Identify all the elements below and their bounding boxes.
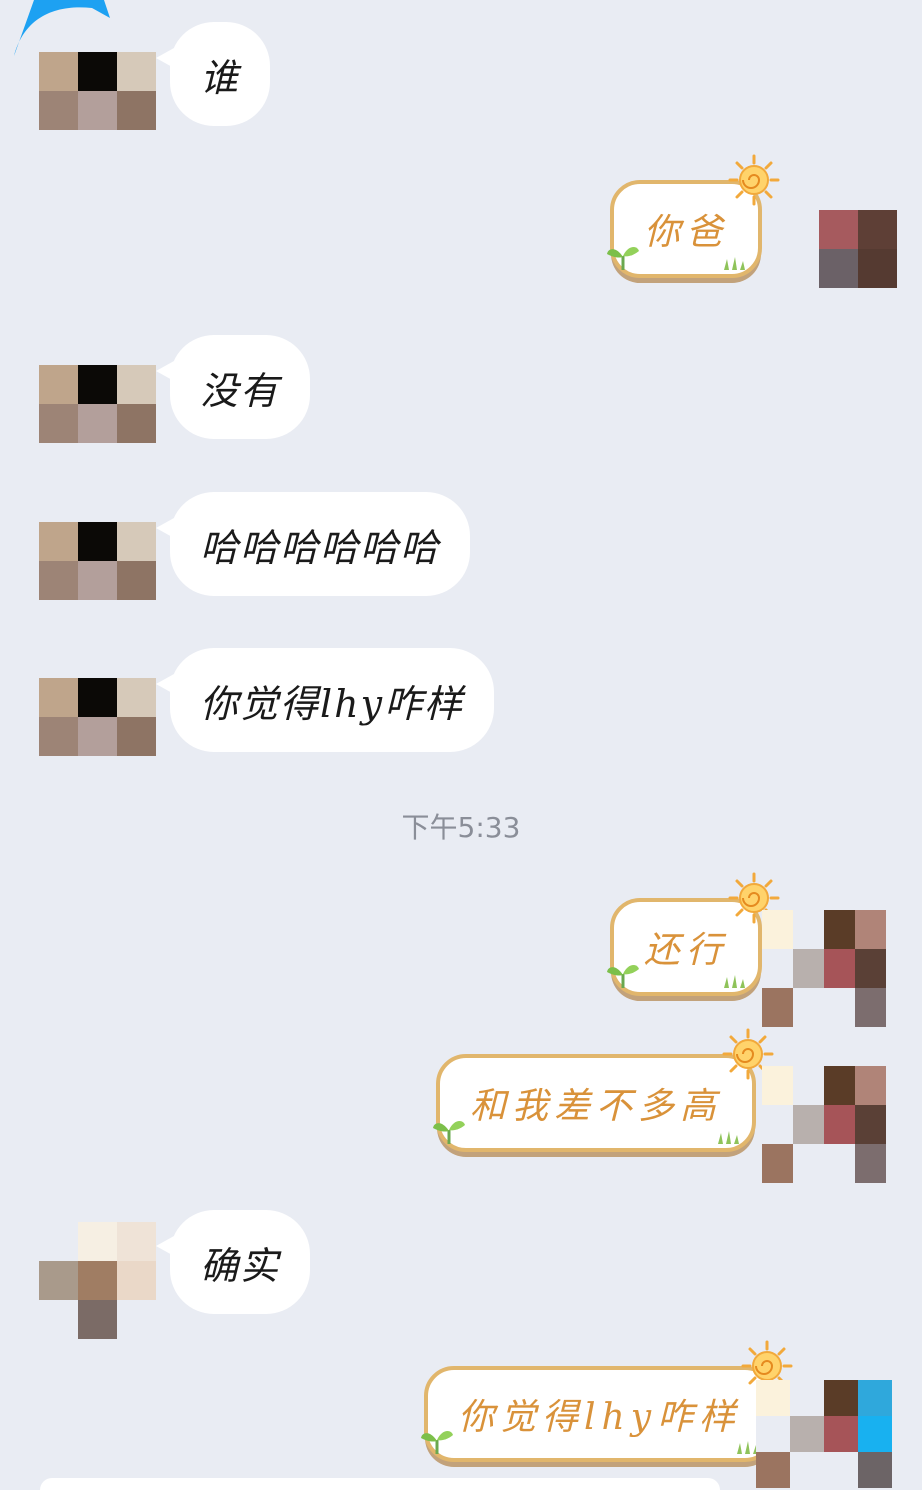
message-bubble[interactable]: 没有 [155, 335, 311, 439]
avatar[interactable] [819, 210, 897, 288]
chat-area[interactable]: 谁 你爸 没有 哈哈哈哈哈哈 你觉得lhy咋样 下午5:33 还行 和我差不多高… [0, 0, 922, 1490]
sprout-icon [606, 242, 640, 270]
message-text: 你觉得lhy咋样 [458, 1397, 742, 1438]
message-bubble[interactable]: 谁 [155, 22, 271, 126]
message-bubble[interactable]: 你觉得lhy咋样 [424, 1366, 775, 1462]
message-text: 还行 [644, 930, 729, 971]
sun-icon [728, 154, 780, 206]
message-timestamp: 下午5:33 [401, 811, 521, 844]
message-text: 没有 [200, 368, 281, 413]
message-text: 确实 [200, 1243, 281, 1288]
corner-arc-icon [14, 0, 110, 56]
avatar[interactable] [39, 365, 156, 443]
avatar[interactable] [39, 678, 156, 756]
message-bubble[interactable]: 哈哈哈哈哈哈 [155, 492, 471, 596]
message-text: 哈哈哈哈哈哈 [200, 525, 441, 570]
sprout-icon [606, 960, 640, 988]
avatar[interactable] [762, 1066, 886, 1183]
avatar[interactable] [756, 1380, 892, 1488]
grass-icon [722, 256, 746, 270]
sprout-icon [420, 1426, 454, 1454]
avatar[interactable] [39, 1222, 156, 1339]
message-bubble[interactable]: 你爸 [610, 180, 762, 278]
sprout-icon [432, 1116, 466, 1144]
avatar[interactable] [39, 52, 156, 130]
message-text: 你觉得lhy咋样 [200, 681, 465, 726]
message-bubble[interactable]: 确实 [155, 1210, 311, 1314]
message-bubble[interactable]: 和我差不多高 [436, 1054, 756, 1152]
grass-icon [716, 1130, 740, 1144]
message-text: 和我差不多高 [470, 1086, 723, 1127]
avatar[interactable] [762, 910, 886, 1027]
message-bubble[interactable]: 你觉得lhy咋样 [155, 648, 495, 752]
next-message-edge [40, 1478, 720, 1490]
grass-icon [722, 974, 746, 988]
avatar[interactable] [39, 522, 156, 600]
message-text: 你爸 [644, 212, 729, 253]
message-text: 谁 [200, 55, 241, 100]
message-bubble[interactable]: 还行 [610, 898, 762, 996]
